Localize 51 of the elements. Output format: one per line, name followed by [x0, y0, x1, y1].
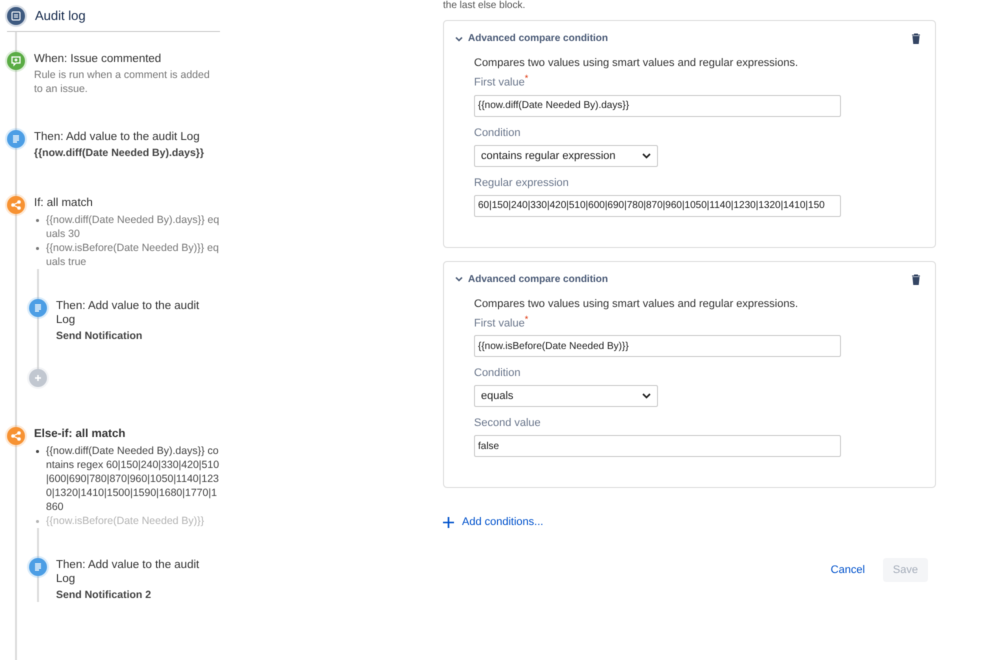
field-label: First value$^{*}$	[474, 314, 530, 330]
card-title: Advanced compare condition	[468, 33, 610, 44]
list-icon	[29, 299, 47, 317]
step-title[interactable]: Then: Add value to the audit Log	[56, 558, 220, 586]
condition-summary: {{now.diff(Date Needed By).days}} contains regex 60|150|240|330|420|510|600|690|780|870|960|1050|1140|1230|1320|1410|1500|1590|1680|1770|1860	[46, 444, 220, 514]
bullet-icon	[36, 450, 39, 453]
field-label: First value$^{*}$	[474, 73, 530, 89]
plus-icon[interactable]	[443, 516, 454, 528]
field-label: Regular expression	[474, 176, 570, 189]
help-text: the last else block.	[443, 0, 526, 11]
comment-icon	[7, 52, 25, 70]
trash-icon[interactable]	[911, 274, 921, 285]
text-field[interactable]: {{now.diff(Date Needed By).days}}	[474, 94, 841, 117]
condition-summary: {{now.diff(Date Needed By).days}} equals 30	[46, 213, 220, 241]
card-description: Compares two values using smart values and regular expressions.	[474, 298, 800, 310]
condition-summary: {{now.isBefore(Date Needed By)}} equals true	[46, 241, 220, 269]
bullet-icon	[36, 520, 39, 523]
step-title[interactable]: Then: Add value to the audit Log	[34, 130, 204, 144]
field-label: Condition	[474, 126, 522, 139]
field-label: Second value	[474, 417, 542, 430]
bullet-icon	[36, 219, 39, 222]
step-title[interactable]: When: Issue commented	[34, 52, 220, 66]
caret-icon	[642, 393, 651, 400]
text-field[interactable]: 60|150|240|330|420|510|600|690|780|870|960|1050|1140|1230|1320|1410|150	[474, 194, 841, 217]
branch-icon	[7, 427, 25, 445]
cancel-button[interactable]: Cancel	[820, 558, 875, 582]
list-icon	[7, 6, 25, 24]
add-conditions-link[interactable]: Add conditions...	[462, 516, 544, 528]
chevron-icon[interactable]	[454, 274, 464, 284]
condition-summary: {{now.isBefore(Date Needed By)}}	[46, 514, 204, 528]
bullet-icon	[36, 247, 39, 250]
condition-select[interactable]: equals	[474, 385, 658, 408]
caret-icon	[642, 152, 651, 159]
branch-icon	[7, 196, 25, 214]
rule-title: Audit log	[35, 8, 86, 23]
step-title[interactable]: If: all match	[34, 196, 220, 210]
list-icon	[7, 130, 25, 148]
text-field[interactable]: {{now.isBefore(Date Needed By)}}	[474, 335, 841, 358]
text-field[interactable]: false	[474, 435, 841, 458]
card-description: Compares two values using smart values and regular expressions.	[474, 57, 800, 69]
step-title[interactable]: Else-if: all match	[34, 427, 220, 441]
card-title: Advanced compare condition	[468, 274, 610, 285]
step-description: Rule is run when a comment is added to an issue.	[34, 68, 211, 96]
list-icon	[29, 558, 47, 576]
step-detail: Send Notification	[56, 329, 144, 343]
step-title[interactable]: Then: Add value to the audit Log	[56, 299, 220, 327]
condition-select[interactable]: contains regular expression	[474, 144, 658, 167]
step-detail: Send Notification 2	[56, 588, 152, 602]
field-label: Condition	[474, 367, 522, 380]
step-detail: {{now.diff(Date Needed By).days}}	[34, 146, 204, 160]
trash-icon[interactable]	[911, 33, 921, 44]
